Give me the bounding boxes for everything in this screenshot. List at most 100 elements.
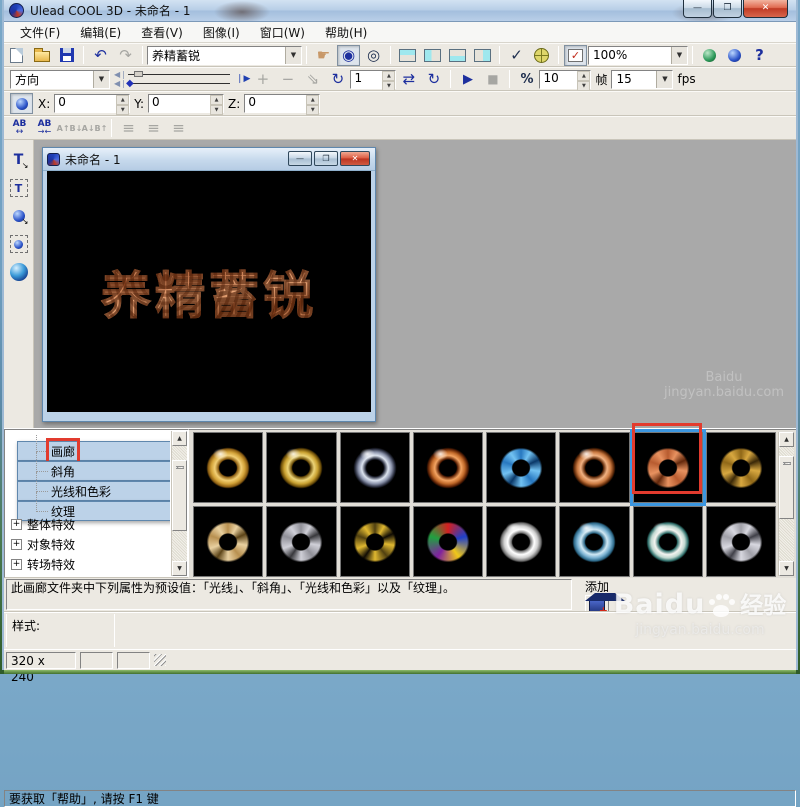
tree-scrollbar[interactable]: ▲ ▼ — [171, 431, 187, 576]
spinner-buttons[interactable]: ▲ ▼ — [382, 70, 396, 91]
tree-item-light-color[interactable]: 光线和色彩 — [17, 472, 170, 501]
doc-maximize-button[interactable]: ❐ — [314, 151, 338, 166]
tree-item-bevel[interactable]: 斜角 — [17, 452, 170, 481]
render-canvas[interactable]: 养精蓄锐 — [47, 171, 371, 412]
doc-close-button[interactable]: ✕ — [340, 151, 370, 166]
preset-combo[interactable]: 养精蓄锐 ▼ — [147, 45, 302, 65]
play-button[interactable]: ▶ — [456, 69, 479, 90]
export-web-button[interactable] — [723, 45, 746, 66]
doc-minimize-button[interactable]: — — [288, 151, 312, 166]
close-button[interactable]: ✕ — [743, 0, 788, 18]
tree-item-object-effects[interactable]: + 对象特效 — [9, 534, 170, 554]
gallery-item-gold-carved-torus[interactable] — [705, 432, 776, 503]
leading-decrease-button[interactable]: A↓B↑ — [82, 118, 108, 139]
rotate-mode-button[interactable] — [10, 93, 33, 114]
gallery-item-steel-slotted-torus[interactable] — [266, 506, 337, 577]
scrollbar-thumb[interactable] — [172, 459, 187, 532]
panel-toggle-4[interactable] — [471, 45, 494, 66]
gallery-item-steel-holes-torus[interactable] — [705, 506, 776, 577]
animation-mode-toggle[interactable]: ✓ — [564, 44, 587, 66]
edit-object-button[interactable] — [7, 232, 31, 256]
web-button[interactable] — [530, 45, 553, 66]
scroll-down-icon[interactable]: ▼ — [779, 561, 794, 576]
gallery-item-copper-shiny-torus[interactable] — [412, 432, 483, 503]
tree-expand-icon[interactable]: + — [11, 558, 22, 570]
tree-expand-icon[interactable]: + — [11, 518, 22, 530]
align-right-button[interactable]: ≡ — [167, 118, 190, 139]
spinner-buttons[interactable]: ▲ ▼ — [306, 95, 320, 115]
slider-left-icon[interactable]: ◀❘ — [114, 70, 127, 79]
gallery-item-copper-bumpy-torus[interactable] — [631, 423, 703, 503]
open-button[interactable] — [30, 45, 53, 66]
leading-increase-button[interactable]: A↑B↓ — [57, 118, 83, 139]
3d-text-object[interactable]: 养精蓄锐 — [101, 255, 317, 328]
scrollbar-thumb[interactable] — [779, 456, 794, 519]
remove-keyframe-button[interactable]: − — [276, 69, 299, 90]
edit-text-button[interactable]: T — [7, 176, 31, 200]
menu-help[interactable]: 帮助(H) — [315, 22, 377, 43]
spinner-buttons[interactable]: ▲ ▼ — [116, 95, 130, 115]
resize-grip[interactable] — [154, 654, 166, 666]
align-left-button[interactable]: ≡ — [117, 118, 140, 139]
reverse-button[interactable]: ⇘ — [301, 69, 324, 90]
preview-quality-button[interactable]: ✓ — [505, 45, 528, 66]
timeline-sliders[interactable]: ◀❘ ◀❘ ◆ — [114, 69, 232, 89]
tree-item-transition-effects[interactable]: + 转场特效 — [9, 554, 170, 574]
add-keyframe-button[interactable]: + — [251, 69, 274, 90]
minimize-button[interactable]: — — [683, 0, 712, 18]
tree-expand-icon[interactable]: + — [11, 538, 22, 550]
save-button[interactable] — [55, 45, 78, 66]
document-title-bar[interactable]: 未命名 - 1 — ❐ ✕ — [43, 148, 375, 171]
slider-left2-icon[interactable]: ◀❘ — [114, 79, 127, 88]
scroll-up-icon[interactable]: ▲ — [779, 432, 794, 447]
panel-toggle-2[interactable] — [421, 45, 444, 66]
gallery-item-chrome-dark-torus[interactable] — [339, 432, 410, 503]
title-bar[interactable]: Ulead COOL 3D - 未命名 - 1 — ❐ ✕ — [4, 0, 796, 22]
spinner-buttons[interactable]: ▲ ▼ — [577, 70, 591, 91]
insert-graphics-button[interactable]: ↘ — [7, 204, 31, 228]
kerning-condense-button[interactable]: AB →← — [33, 118, 56, 139]
gallery-item-blue-bumpy-torus[interactable] — [486, 432, 557, 503]
maximize-button[interactable]: ❐ — [713, 0, 742, 18]
export-image-button[interactable] — [698, 45, 721, 66]
scroll-down-icon[interactable]: ▼ — [172, 561, 187, 576]
gallery-scrollbar[interactable]: ▲ ▼ — [778, 432, 794, 576]
dropdown-arrow-icon[interactable]: ▼ — [93, 70, 109, 88]
tree-item-global-effects[interactable]: + 整体特效 — [9, 514, 170, 534]
new-button[interactable] — [5, 45, 28, 66]
frame-rate-button[interactable]: % — [515, 69, 538, 90]
keyframe-diamond-icon[interactable]: ◆ — [126, 78, 134, 89]
gallery-item-pearl-teal-torus[interactable] — [632, 506, 703, 577]
slider-right-icon[interactable]: ❘▶ — [236, 74, 250, 84]
gallery-item-blue-glass-torus[interactable] — [559, 506, 630, 577]
y-spinner[interactable]: 0 ▲ ▼ — [148, 94, 225, 115]
menu-file[interactable]: 文件(F) — [10, 22, 70, 43]
fps-combo[interactable]: 15 ▼ — [611, 69, 674, 89]
menu-window[interactable]: 窗口(W) — [250, 22, 315, 43]
panel-toggle-1[interactable] — [396, 45, 419, 66]
redo-button[interactable]: ↷ — [114, 45, 137, 66]
timeline-thumb[interactable] — [134, 71, 143, 77]
menu-image[interactable]: 图像(I) — [193, 22, 250, 43]
x-spinner[interactable]: 0 ▲ ▼ — [54, 94, 131, 115]
menu-edit[interactable]: 编辑(E) — [70, 22, 131, 43]
pan-tool-button[interactable]: ☛ — [312, 45, 335, 66]
bounce-button[interactable]: ↻ — [422, 69, 445, 90]
loop-rotate-button[interactable]: ↻ — [326, 69, 349, 90]
object-library-button[interactable] — [7, 260, 31, 284]
total-frames-spinner[interactable]: 10 ▲ ▼ — [539, 69, 592, 91]
menu-view[interactable]: 查看(V) — [131, 22, 193, 43]
gallery-item-black-gold-torus[interactable] — [339, 506, 410, 577]
gallery-item-tan-bumpy-torus[interactable] — [193, 506, 264, 577]
gallery-item-gold-smooth-torus[interactable] — [193, 432, 264, 503]
repeat-button[interactable]: ⇄ — [397, 69, 420, 90]
dropdown-arrow-icon[interactable]: ▼ — [285, 46, 301, 64]
align-center-button[interactable]: ≡ — [142, 118, 165, 139]
tree-item-gallery[interactable]: 画廊 — [17, 434, 170, 465]
zoom-combo[interactable]: 100% ▼ — [588, 45, 688, 65]
insert-text-button[interactable]: T ↘ — [7, 148, 31, 172]
document-window[interactable]: 未命名 - 1 — ❐ ✕ 养精蓄锐 — [42, 147, 376, 422]
scroll-up-icon[interactable]: ▲ — [172, 431, 187, 446]
spinner-buttons[interactable]: ▲ ▼ — [210, 95, 224, 115]
gallery-item-copper-ring-torus[interactable] — [559, 432, 630, 503]
